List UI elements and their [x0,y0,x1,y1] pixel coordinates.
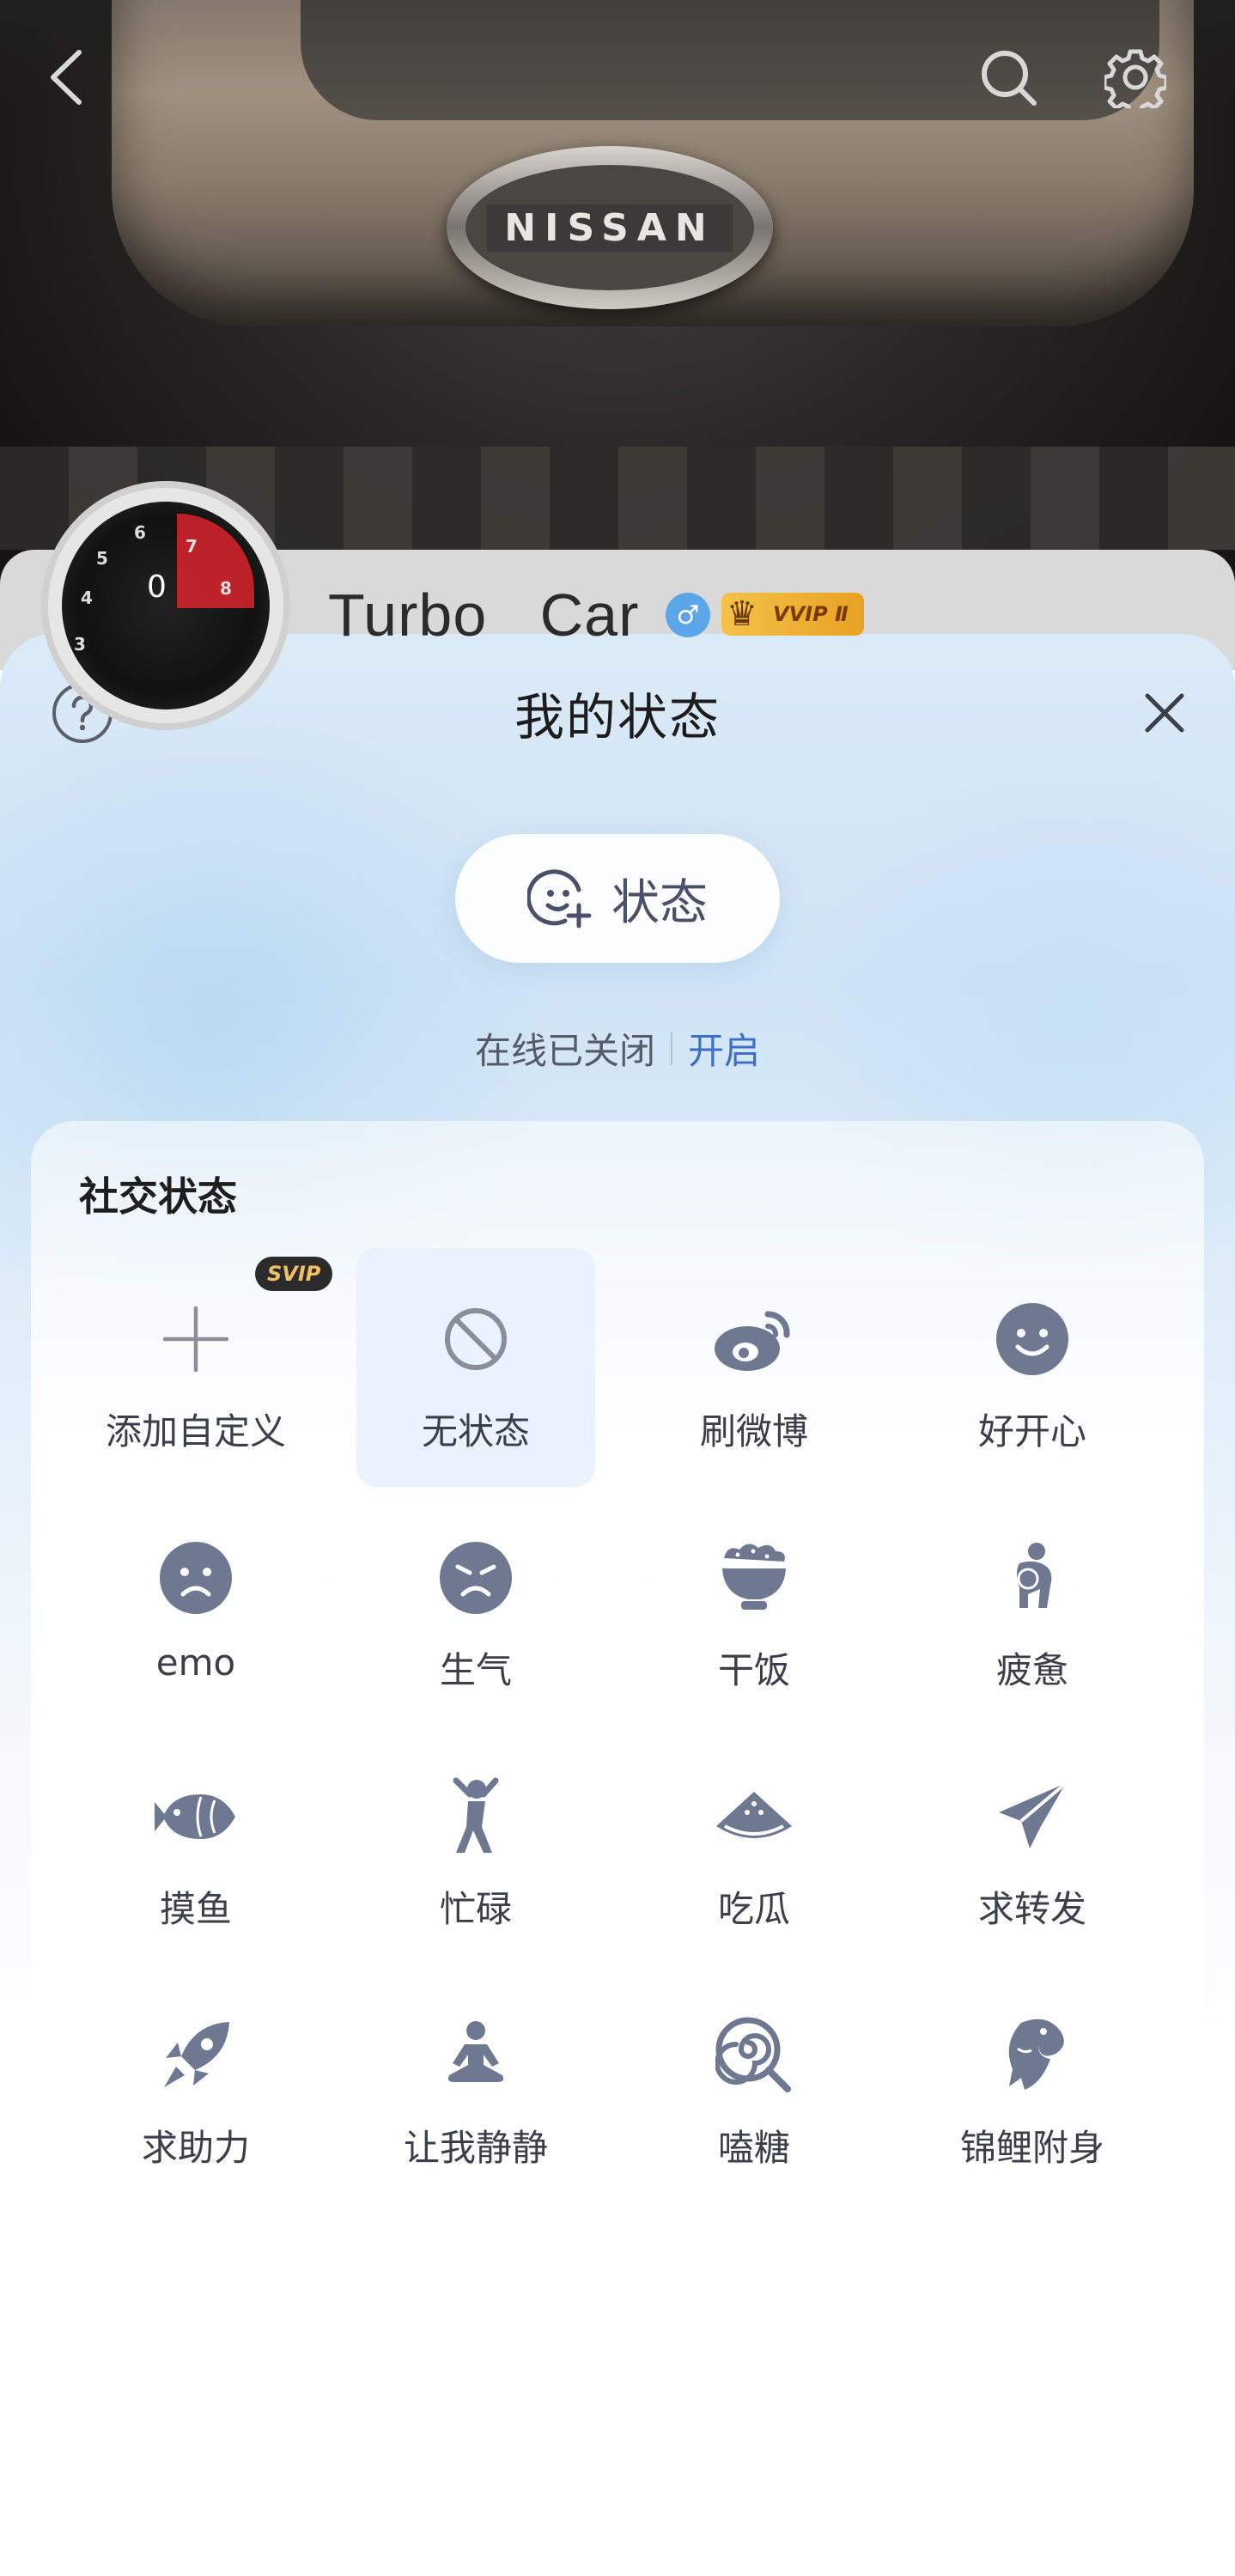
koi-icon [989,2013,1075,2098]
vip-badge[interactable]: ♛ VVIP Ⅱ [721,593,864,636]
avatar-number: 3 [74,634,86,655]
status-item-tired[interactable]: 疲惫 [913,1487,1152,1726]
car-brand-text: NISSAN [487,204,733,252]
status-item-label: 刷微博 [699,1410,808,1452]
status-item-label: 忙碌 [439,1888,512,1930]
status-item-melon[interactable]: 吃瓜 [635,1726,873,1964]
status-item-label: 摸鱼 [159,1888,232,1930]
avatar-number: 5 [96,548,108,569]
status-item-label: 求助力 [141,2127,250,2169]
angry-face-icon [433,1535,519,1621]
status-item-share[interactable]: 求转发 [913,1726,1152,1964]
status-item-emo[interactable]: emo [76,1487,315,1726]
happy-face-icon [989,1296,1075,1382]
rocket-icon [153,2013,239,2098]
sad-face-icon [153,1535,239,1621]
avatar-number: 8 [220,578,232,599]
close-icon[interactable] [1134,682,1195,744]
status-item-angry[interactable]: 生气 [356,1487,595,1726]
status-item-busy[interactable]: 忙碌 [356,1726,595,1964]
online-status-row: 在线已关闭 开启 [0,1022,1235,1075]
online-status-text: 在线已关闭 [474,1030,655,1072]
face-plus-icon [526,864,593,933]
svip-badge: SVIP [255,1257,333,1291]
gear-icon[interactable] [1101,43,1170,112]
car-badge: NISSAN [447,146,773,309]
rice-bowl-icon [711,1535,797,1621]
status-item-label: 让我静静 [403,2127,548,2169]
busy-person-icon [433,1774,519,1860]
profile-name: Turbo Car [328,582,640,649]
status-item-slack[interactable]: 摸鱼 [76,1726,315,1964]
status-item-label: 疲惫 [995,1649,1068,1691]
avatar[interactable]: 6 7 5 4 8 3 0 [41,481,290,730]
status-item-quiet[interactable]: 让我静静 [356,1964,595,2203]
weibo-icon [711,1296,797,1382]
status-item-label: 锦鲤附身 [959,2127,1104,2169]
fish-icon [153,1774,239,1860]
status-item-label: 好开心 [977,1410,1086,1452]
status-item-label: emo [155,1641,236,1684]
crown-icon: ♛ [727,594,757,634]
search-icon[interactable] [974,43,1043,112]
avatar-number: 7 [186,536,198,557]
paper-plane-icon [989,1774,1075,1860]
status-item-label: 求转发 [977,1888,1086,1930]
male-icon: ♂ [666,593,710,637]
plus-icon [153,1296,239,1382]
status-item-candy[interactable]: 嗑糖 [635,1964,873,2203]
avatar-number: 4 [81,588,93,608]
meditate-icon [433,2013,519,2098]
avatar-speed: 0 [147,569,167,605]
status-item-boost[interactable]: 求助力 [76,1964,315,2203]
status-item-koi[interactable]: 锦鲤附身 [913,1964,1152,2203]
back-icon[interactable] [31,43,100,112]
status-item-label: 嗑糖 [717,2127,790,2169]
avatar-number: 6 [134,522,146,543]
status-item-label: 吃瓜 [717,1888,790,1930]
status-item-label: 无状态 [421,1410,530,1452]
watermelon-icon [711,1774,797,1860]
status-item-add-custom[interactable]: SVIP 添加自定义 [76,1248,333,1487]
divider [671,1032,672,1065]
status-item-none[interactable]: 无状态 [356,1248,595,1487]
status-button[interactable]: 状态 [455,834,780,963]
status-item-weibo[interactable]: 刷微博 [635,1248,873,1487]
status-item-label: 干饭 [717,1649,790,1691]
status-item-happy[interactable]: 好开心 [913,1248,1152,1487]
status-item-eat[interactable]: 干饭 [635,1487,873,1726]
tired-person-icon [989,1535,1075,1621]
status-item-label: 添加自定义 [105,1410,286,1452]
social-status-card: 社交状态 SVIP 添加自定义 无状态 刷微博 好开心 emo 生气 干饭 疲惫… [31,1121,1204,2576]
status-button-label: 状态 [611,874,708,931]
status-sheet: 我的状态 状态 在线已关闭 开启 社交状态 SVIP 添加自定义 无状态 刷微博… [0,634,1235,2576]
online-enable-link[interactable]: 开启 [688,1022,760,1075]
status-item-label: 生气 [439,1649,512,1691]
vip-label: VVIP Ⅱ [773,602,849,626]
no-status-icon [433,1296,519,1382]
app-root: NISSAN 6 7 5 4 8 3 0 Turbo Car ♂ ♛ VVIP … [0,0,1235,2576]
status-grid: SVIP 添加自定义 无状态 刷微博 好开心 emo 生气 干饭 疲惫 摸鱼 忙… [31,1121,1204,2576]
avatar-redline [177,514,254,608]
lollipop-icon [711,2013,797,2098]
